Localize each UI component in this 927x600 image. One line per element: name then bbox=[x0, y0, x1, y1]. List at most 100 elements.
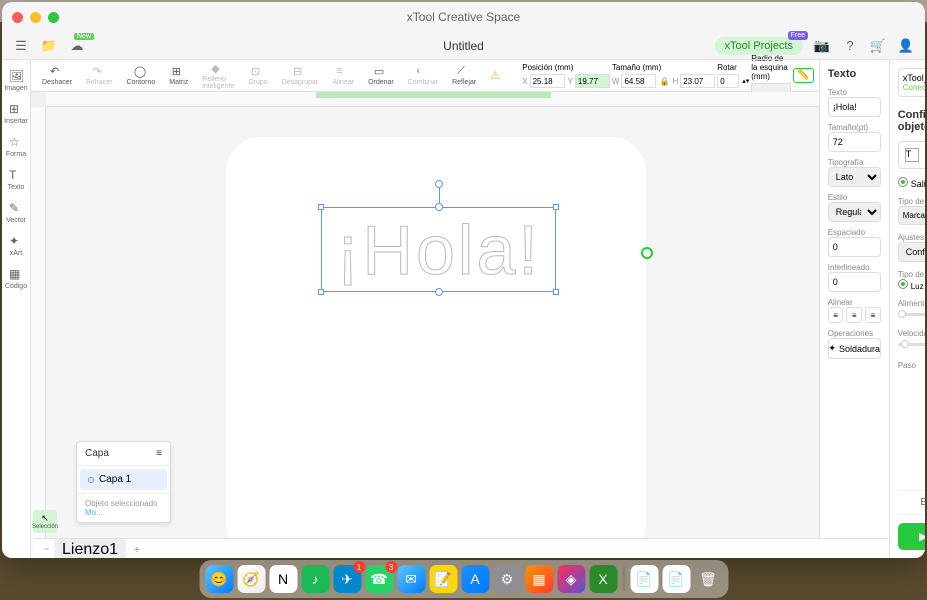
dock-notion[interactable]: N bbox=[269, 565, 297, 593]
xtool-projects-button[interactable]: xTool Projects Free bbox=[715, 37, 803, 55]
sidebar-codigo[interactable]: ▦Código bbox=[2, 263, 30, 294]
resize-handle-bl[interactable] bbox=[318, 289, 324, 295]
sidebar-imagen[interactable]: 🖼Imagen bbox=[2, 65, 30, 96]
align-left-button[interactable]: ≡ bbox=[828, 307, 844, 323]
dock-shortcuts[interactable]: ◈ bbox=[557, 565, 585, 593]
maximize-button[interactable] bbox=[48, 12, 59, 23]
text-object-selection[interactable]: ¡Hola! bbox=[321, 207, 556, 292]
artboard[interactable] bbox=[226, 137, 646, 557]
object-type-button[interactable]: T Texto bbox=[898, 141, 925, 169]
font-select[interactable]: Lato bbox=[828, 167, 881, 187]
matrix-button[interactable]: ⊞Matriz bbox=[163, 63, 194, 88]
layers-panel[interactable]: Capa≡ Capa 1 Objeto seleccionado Mo... bbox=[76, 441, 171, 523]
connect-device-link[interactable]: Conecta el dispositivo bbox=[903, 83, 925, 92]
dock-whatsapp[interactable]: ☎3 bbox=[365, 565, 393, 593]
dock-xtool[interactable]: X bbox=[589, 565, 617, 593]
cart-icon[interactable]: 🛒 bbox=[869, 37, 887, 55]
sidebar-texto[interactable]: TTexto bbox=[2, 164, 30, 195]
document-title[interactable]: Untitled bbox=[443, 39, 484, 53]
rotate-handle[interactable] bbox=[435, 180, 443, 188]
sidebar-xart[interactable]: ✦xArt bbox=[2, 230, 30, 261]
action-toolbar: ↶Deshacer ↷Rehacer ◯Contorno ⊞Matriz ◆Re… bbox=[31, 60, 819, 92]
avatar-icon[interactable]: 👤 bbox=[897, 37, 915, 55]
undo-button[interactable]: ↶Deshacer bbox=[36, 63, 78, 88]
dock-launchpad[interactable]: ▦ bbox=[525, 565, 553, 593]
cloud-icon[interactable]: ☁New bbox=[68, 37, 86, 55]
text-value-input[interactable] bbox=[828, 97, 881, 117]
vertical-ruler[interactable] bbox=[31, 107, 46, 558]
sidebar-vector[interactable]: ✎Vector bbox=[2, 197, 30, 228]
w-input[interactable] bbox=[621, 74, 656, 88]
dock-finder[interactable]: 😊 bbox=[205, 565, 233, 593]
resize-handle-tl[interactable] bbox=[318, 204, 324, 210]
redo-button[interactable]: ↷Rehacer bbox=[80, 63, 118, 88]
minimize-button[interactable] bbox=[30, 12, 41, 23]
x-input[interactable] bbox=[530, 74, 565, 88]
resize-handle-bottom[interactable] bbox=[435, 288, 443, 296]
sidebar-insertar[interactable]: ⊞Insertar bbox=[2, 98, 30, 129]
layers-menu-icon[interactable]: ≡ bbox=[156, 448, 162, 459]
ungroup-button[interactable]: ⊟Desagrupar bbox=[276, 63, 325, 88]
help-icon[interactable]: ? bbox=[841, 37, 859, 55]
layer-visibility-icon[interactable] bbox=[88, 477, 94, 483]
settings-select[interactable]: Configuración ma... bbox=[898, 242, 925, 262]
process-button[interactable]: ▶ Procesar bbox=[898, 523, 925, 550]
resize-handle-top[interactable] bbox=[435, 203, 443, 211]
combine-button[interactable]: ◐Combinar bbox=[402, 63, 444, 88]
resize-handle-br[interactable] bbox=[553, 289, 559, 295]
dock-mail[interactable]: ✉ bbox=[397, 565, 425, 593]
sidebar-forma[interactable]: ☆Forma bbox=[2, 131, 30, 162]
layers-more-link[interactable]: Mo... bbox=[85, 508, 103, 517]
group-button[interactable]: ⊡Grupo bbox=[242, 63, 273, 88]
h-input[interactable] bbox=[680, 74, 715, 88]
leading-input[interactable] bbox=[828, 272, 881, 292]
dock-file1[interactable]: 📄 bbox=[630, 565, 658, 593]
add-tab-button[interactable]: + bbox=[134, 545, 140, 556]
horizontal-ruler[interactable] bbox=[46, 92, 819, 107]
dock-settings[interactable]: ⚙ bbox=[493, 565, 521, 593]
canvas-tab[interactable]: Lienzo1 bbox=[54, 539, 126, 558]
canvas-area[interactable]: ¡Hola! ↖Selección ✋Mano Capa≡ Capa 1 Obj… bbox=[31, 92, 819, 558]
smartfill-button[interactable]: ◆Relleno inteligente bbox=[196, 60, 240, 92]
dock-trash[interactable]: 🗑 bbox=[694, 565, 722, 593]
warning-icon: ⚠ bbox=[490, 69, 504, 83]
dock-telegram[interactable]: ✈1 bbox=[333, 565, 361, 593]
spacing-input[interactable] bbox=[828, 237, 881, 257]
dock-file2[interactable]: 📄 bbox=[662, 565, 690, 593]
lock-icon[interactable]: 🔒 bbox=[659, 77, 669, 86]
dock-safari[interactable]: 🧭 bbox=[237, 565, 265, 593]
power-slider[interactable] bbox=[898, 313, 925, 316]
resize-handle-tr[interactable] bbox=[553, 204, 559, 210]
mark-tab[interactable]: Marcar bbox=[899, 207, 925, 224]
align-button[interactable]: ≡Alinear bbox=[326, 63, 360, 88]
dock-spotify[interactable]: ♪ bbox=[301, 565, 329, 593]
canvas-text-content[interactable]: ¡Hola! bbox=[322, 208, 555, 293]
output-radio[interactable]: Salida bbox=[898, 177, 925, 189]
hamburger-icon[interactable]: ☰ bbox=[12, 37, 30, 55]
reflect-button[interactable]: ⟋Reflejar bbox=[446, 63, 482, 88]
folder-icon[interactable]: 📁 bbox=[40, 37, 58, 55]
order-button[interactable]: ▭Ordenar bbox=[362, 63, 400, 88]
selection-tool[interactable]: ↖Selección bbox=[33, 510, 57, 533]
device-box[interactable]: xTool_F1_0e9e... Conecta el dispositivo bbox=[898, 68, 925, 97]
rotate-indicator-icon[interactable] bbox=[641, 247, 653, 259]
rotate-input[interactable] bbox=[717, 74, 739, 88]
speed-slider[interactable] bbox=[898, 343, 925, 346]
outline-button[interactable]: ◯Contorno bbox=[120, 63, 161, 88]
dock-notes[interactable]: 📝 bbox=[429, 565, 457, 593]
layer-item-1[interactable]: Capa 1 bbox=[80, 469, 167, 490]
rotate-stepper-icon[interactable]: ▴▾ bbox=[742, 77, 749, 85]
font-size-input[interactable] bbox=[828, 132, 881, 152]
blue-laser-radio[interactable]: Luz azul bbox=[898, 279, 925, 291]
y-input[interactable] bbox=[575, 74, 610, 88]
align-right-button[interactable]: ≡ bbox=[865, 307, 881, 323]
camera-icon[interactable]: 📷 bbox=[813, 37, 831, 55]
welding-button[interactable]: ✦Soldadura bbox=[828, 338, 881, 359]
align-center-button[interactable]: ≡ bbox=[846, 307, 862, 323]
close-button[interactable] bbox=[12, 12, 23, 23]
frame-button[interactable]: Encuadre ⋯ bbox=[898, 490, 925, 515]
style-select[interactable]: Regular bbox=[828, 202, 881, 222]
dock-appstore[interactable]: A bbox=[461, 565, 489, 593]
ruler-icon[interactable]: 📏 bbox=[793, 68, 813, 83]
warning-button[interactable]: ⚠ bbox=[484, 67, 510, 85]
